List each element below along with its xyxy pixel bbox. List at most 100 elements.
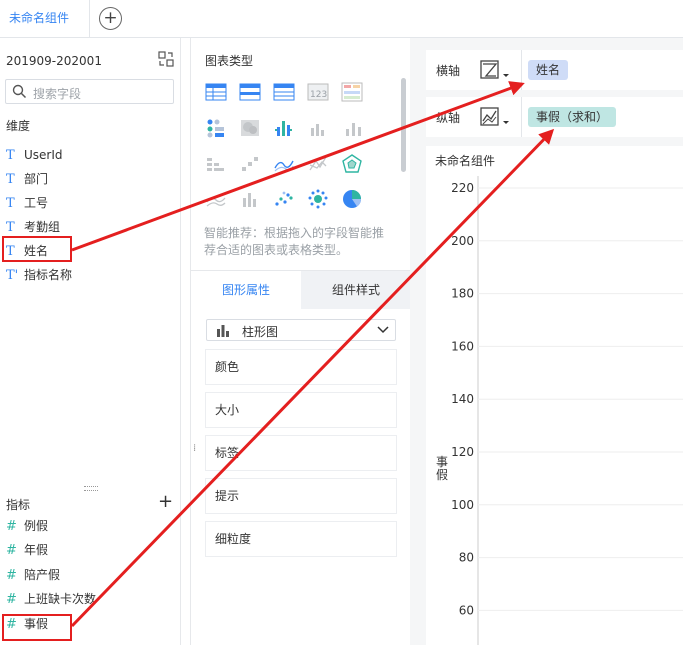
dimension-label: 工号 (24, 196, 49, 210)
chart-type-select[interactable]: 柱形图 (206, 319, 396, 341)
dimension-field[interactable]: T 考勤组 (6, 217, 60, 237)
dimension-field[interactable]: T UserId (6, 145, 63, 165)
metrics-title: 指标 (6, 498, 31, 512)
radar-line-icon[interactable] (307, 153, 329, 175)
bubble-chart-icon[interactable] (307, 188, 329, 210)
metric-field[interactable]: # 年假 (6, 540, 48, 560)
y-axis-row: 纵轴 事假（求和） (426, 97, 683, 137)
metric-field[interactable]: # 上班缺卡次数 (6, 589, 96, 609)
search-field-input[interactable]: 搜索字段 (5, 79, 174, 104)
y-axis-field-pill[interactable]: 事假（求和） (528, 107, 617, 127)
tab-graphic-properties[interactable]: 图形属性 (191, 271, 301, 309)
tab-component-style[interactable]: 组件样式 (301, 271, 411, 309)
text-type-icon: T' (6, 268, 19, 283)
resize-handle[interactable] (84, 486, 98, 491)
metric-label: 陪产假 (24, 568, 61, 582)
dataset-name: 201909-202001 (6, 54, 102, 68)
text-type-icon: T (6, 148, 15, 163)
x-axis-row: 横轴 姓名 (426, 50, 683, 90)
stacked-bar-icon[interactable] (341, 117, 363, 139)
bar-chart: 60 80 100 120 140 160 180 200 220 (451, 176, 683, 645)
property-size[interactable]: 大小 (206, 393, 396, 427)
y-tick-label: 200 (451, 234, 474, 248)
plus-circle-icon[interactable]: + (99, 7, 122, 30)
radar-chart-icon[interactable] (341, 153, 363, 175)
search-icon (12, 84, 27, 99)
dot-matrix-icon[interactable] (205, 117, 227, 139)
line-chart-icon[interactable] (273, 153, 295, 175)
text-type-icon: T (6, 172, 15, 187)
number-type-icon: # (6, 519, 17, 534)
drag-handle[interactable]: ⁞ (193, 443, 196, 454)
y-tick-label: 160 (451, 339, 474, 353)
dimension-label: 考勤组 (24, 220, 61, 234)
dimension-field[interactable]: T' 指标名称 (6, 265, 72, 285)
pie-chart-icon[interactable] (341, 188, 363, 210)
divider (521, 97, 522, 137)
property-label[interactable]: 标签 (206, 436, 396, 470)
y-tick-label: 180 (451, 287, 474, 301)
y-tick-label: 80 (459, 551, 474, 565)
divider (521, 50, 522, 90)
svg-text:123: 123 (310, 90, 327, 100)
area-chart-icon[interactable] (205, 188, 227, 210)
metric-field[interactable]: # 例假 (6, 516, 48, 536)
waterfall-icon[interactable] (205, 153, 227, 175)
y-tick-label: 140 (451, 392, 474, 406)
dimension-field[interactable]: T 工号 (6, 193, 48, 213)
grouped-bar-icon[interactable] (273, 117, 295, 139)
y-axis-type-icon[interactable] (480, 106, 512, 128)
chart-area: 横轴 姓名 纵轴 事假（求和） 60 80 100 120 140 160 180 200 22… (410, 38, 683, 645)
chart-card: 60 80 100 120 140 160 180 200 220 未命名组件 事假 (426, 146, 683, 645)
y-tick-label: 220 (451, 181, 474, 195)
property-tabs: 图形属性 组件样式 (191, 270, 411, 309)
chart-type-title: 图表类型 (205, 54, 254, 68)
property-tooltip[interactable]: 提示 (206, 479, 396, 513)
scatter-chart-icon[interactable] (273, 188, 295, 210)
scrollbar[interactable] (401, 78, 406, 172)
field-panel: 201909-202001 搜索字段 维度 T UserId T 部门 T 工号 T 考勤组 T… (0, 38, 181, 645)
x-axis-field-pill[interactable]: 姓名 (528, 60, 569, 80)
number-type-icon: # (6, 592, 17, 607)
search-placeholder: 搜索字段 (33, 87, 82, 101)
tab-bar: 未命名组件 + (0, 0, 683, 38)
kpi-number-icon[interactable]: 123 (307, 81, 329, 103)
group-table-icon[interactable] (239, 81, 261, 103)
property-color[interactable]: 颜色 (206, 350, 396, 384)
metric-label: 例假 (24, 519, 49, 533)
bar-chart-icon (217, 325, 229, 337)
x-axis-label: 横轴 (436, 64, 461, 78)
bar-chart-icon[interactable] (307, 117, 329, 139)
dimension-label: 指标名称 (24, 268, 73, 282)
dimensions-title: 维度 (6, 119, 31, 133)
column-chart-icon[interactable] (239, 188, 261, 210)
dimension-label: 部门 (24, 172, 49, 186)
text-type-icon: T (6, 196, 15, 211)
metric-label: 年假 (24, 543, 49, 557)
cross-table-icon[interactable] (273, 81, 295, 103)
tab-component[interactable]: 未命名组件 (0, 0, 90, 38)
highlight-box-name-field (2, 236, 72, 262)
chart-type-panel: 图表类型 123 智能推荐：根据拖入的字段智能推荐合适的图表或表格类型。 图形属… (190, 38, 411, 645)
x-axis-type-icon[interactable] (480, 59, 512, 81)
chart-title: 未命名组件 (435, 154, 496, 168)
add-metric-button[interactable]: + (158, 493, 173, 511)
highlight-box-leave-field (2, 614, 72, 641)
dimension-label: UserId (24, 148, 63, 162)
heatmap-icon[interactable] (239, 117, 261, 139)
step-bar-icon[interactable] (239, 153, 261, 175)
dimension-field[interactable]: T 部门 (6, 169, 48, 189)
recommendation-text: 智能推荐：根据拖入的字段智能推荐合适的图表或表格类型。 (204, 226, 385, 257)
switch-dataset-icon[interactable] (158, 51, 174, 67)
y-tick-label: 100 (451, 498, 474, 512)
y-axis-label: 纵轴 (436, 111, 461, 125)
metric-field[interactable]: # 陪产假 (6, 565, 60, 585)
text-type-icon: T (6, 220, 15, 235)
y-tick-label: 60 (459, 603, 474, 617)
number-type-icon: # (6, 568, 17, 583)
chart-type-value: 柱形图 (242, 325, 279, 339)
property-granularity[interactable]: 细粒度 (206, 522, 396, 556)
table-icon[interactable] (205, 81, 227, 103)
chevron-down-icon (377, 326, 389, 334)
kpi-card-icon[interactable] (341, 81, 363, 103)
